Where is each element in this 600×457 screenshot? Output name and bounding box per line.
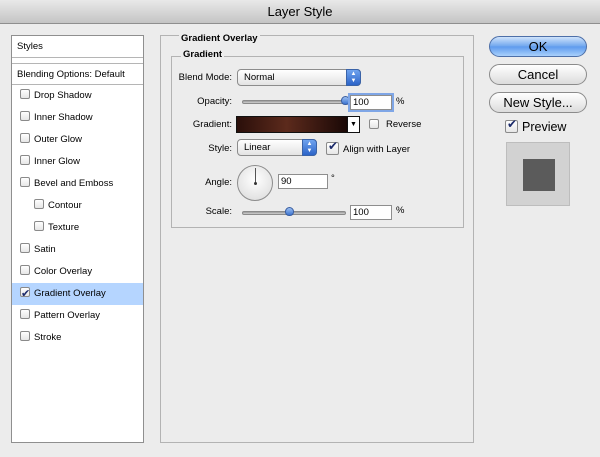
style-item-label: Gradient Overlay [34, 288, 106, 299]
scale-slider-track[interactable] [242, 211, 346, 215]
style-item-label: Contour [48, 200, 82, 211]
cancel-button[interactable]: Cancel [489, 64, 587, 85]
style-checkbox[interactable] [20, 155, 30, 165]
style-checkbox[interactable] [20, 177, 30, 187]
angle-label: Angle: [205, 177, 232, 188]
style-label: Style: [208, 143, 232, 154]
gradient-label: Gradient: [192, 119, 232, 130]
style-item-label: Pattern Overlay [34, 310, 100, 321]
style-checkbox[interactable] [20, 89, 30, 99]
preview-square [523, 159, 555, 191]
opacity-slider-thumb[interactable] [341, 96, 350, 105]
panel-title: Gradient Overlay [179, 33, 260, 44]
style-item-satin[interactable]: Satin [12, 239, 143, 261]
blend-mode-select[interactable]: Normal ▲ ▼ [237, 69, 361, 86]
scale-input[interactable]: 100 [350, 205, 392, 220]
style-checkbox[interactable] [20, 243, 30, 253]
blending-options-item[interactable]: Blending Options: Default [12, 63, 143, 85]
style-item-color-overlay[interactable]: Color Overlay [12, 261, 143, 283]
opacity-slider-track[interactable] [242, 100, 346, 104]
style-item-label: Satin [34, 244, 56, 255]
style-item-outer-glow[interactable]: Outer Glow [12, 129, 143, 151]
style-checkbox[interactable] [20, 265, 30, 275]
updown-arrows-icon: ▲ ▼ [302, 139, 317, 156]
style-item-inner-glow[interactable]: Inner Glow [12, 151, 143, 173]
style-checkbox[interactable] [34, 221, 44, 231]
angle-center [254, 182, 257, 185]
blend-mode-label: Blend Mode: [178, 72, 232, 83]
style-item-drop-shadow[interactable]: Drop Shadow [12, 85, 143, 107]
ok-button[interactable]: OK [489, 36, 587, 57]
blend-mode-value: Normal [244, 72, 275, 83]
style-item-texture[interactable]: Texture [12, 217, 143, 239]
style-item-label: Inner Glow [34, 156, 80, 167]
style-item-label: Color Overlay [34, 266, 93, 277]
style-preview-thumbnail [506, 142, 570, 206]
preview-label: Preview [522, 120, 567, 134]
angle-dial[interactable] [237, 165, 273, 201]
style-item-stroke[interactable]: Stroke [12, 327, 143, 349]
style-item-label: Texture [48, 222, 80, 233]
opacity-unit: % [396, 96, 405, 107]
reverse-label: Reverse [386, 119, 422, 130]
style-checkbox[interactable] [20, 331, 30, 341]
align-with-layer-checkbox[interactable] [326, 139, 339, 155]
angle-input[interactable]: 90 [278, 174, 328, 189]
style-item-contour[interactable]: Contour [12, 195, 143, 217]
group-title: Gradient [181, 49, 225, 60]
style-value: Linear [244, 142, 271, 153]
opacity-input[interactable]: 100 [350, 95, 392, 110]
style-item-label: Bevel and Emboss [34, 178, 114, 189]
scale-unit: % [396, 205, 405, 216]
style-item-label: Inner Shadow [34, 112, 93, 123]
window-title: Layer Style [0, 0, 600, 24]
updown-arrows-icon: ▲ ▼ [346, 69, 361, 86]
styles-list: Styles Blending Options: Default Drop Sh… [11, 35, 144, 443]
style-item-label: Drop Shadow [34, 90, 92, 101]
dropdown-arrow-icon[interactable]: ▼ [347, 117, 359, 132]
style-item-bevel-and-emboss[interactable]: Bevel and Emboss [12, 173, 143, 195]
styles-header[interactable]: Styles [12, 36, 143, 58]
style-checkbox[interactable] [20, 133, 30, 143]
style-item-gradient-overlay[interactable]: Gradient Overlay [12, 283, 143, 305]
style-checkbox[interactable] [20, 111, 30, 121]
style-item-inner-shadow[interactable]: Inner Shadow [12, 107, 143, 129]
style-item-label: Stroke [34, 332, 62, 343]
scale-slider-thumb[interactable] [284, 207, 294, 216]
opacity-label: Opacity: [197, 96, 232, 107]
scale-label: Scale: [205, 206, 232, 217]
style-item-pattern-overlay[interactable]: Pattern Overlay [12, 305, 143, 327]
reverse-checkbox[interactable] [369, 119, 379, 129]
gradient-swatch[interactable]: ▼ [236, 116, 360, 133]
style-checkbox[interactable] [20, 309, 30, 319]
style-checkbox[interactable] [34, 199, 44, 209]
angle-unit: ° [331, 173, 335, 184]
gradient-preview [237, 117, 347, 132]
style-item-label: Outer Glow [34, 134, 83, 145]
style-select[interactable]: Linear ▲ ▼ [237, 139, 317, 156]
style-checkbox[interactable] [20, 283, 30, 305]
align-with-layer-label: Align with Layer [343, 144, 411, 155]
new-style-button[interactable]: New Style... [489, 92, 587, 113]
preview-checkbox[interactable] [505, 117, 518, 133]
